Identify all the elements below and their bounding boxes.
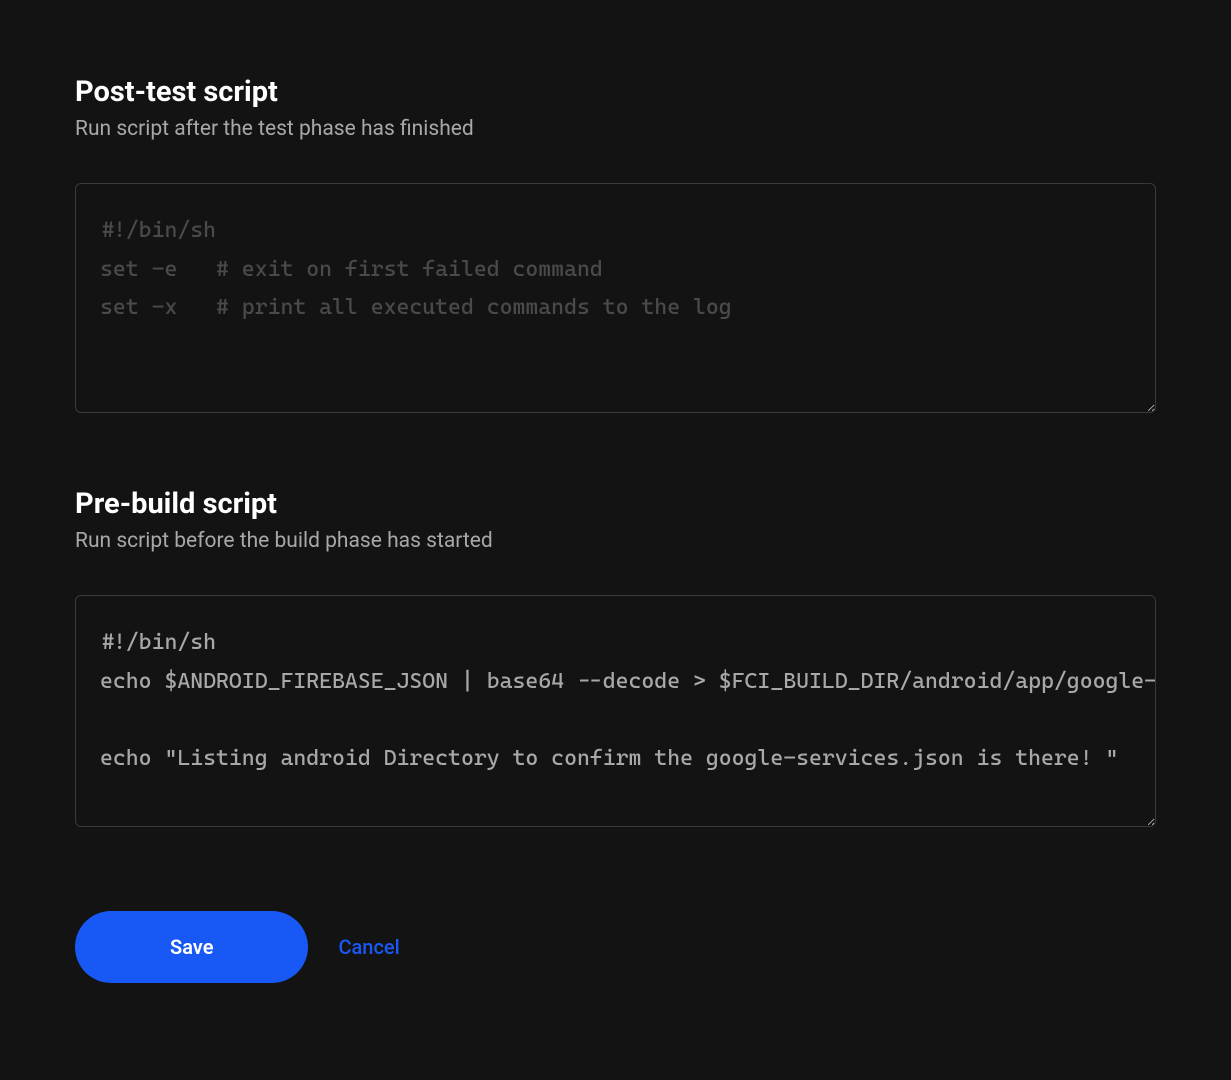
pre-build-description: Run script before the build phase has st… <box>75 529 1156 553</box>
action-buttons: Save Cancel <box>75 911 1156 983</box>
post-test-description: Run script after the test phase has fini… <box>75 117 1156 141</box>
pre-build-script-input[interactable] <box>75 595 1156 827</box>
post-test-section: Post-test script Run script after the te… <box>75 75 1156 417</box>
pre-build-section: Pre-build script Run script before the b… <box>75 487 1156 831</box>
pre-build-title: Pre-build script <box>75 487 1156 521</box>
post-test-title: Post-test script <box>75 75 1156 109</box>
save-button[interactable]: Save <box>75 911 308 983</box>
cancel-button[interactable]: Cancel <box>338 935 399 959</box>
post-test-script-input[interactable] <box>75 183 1156 413</box>
